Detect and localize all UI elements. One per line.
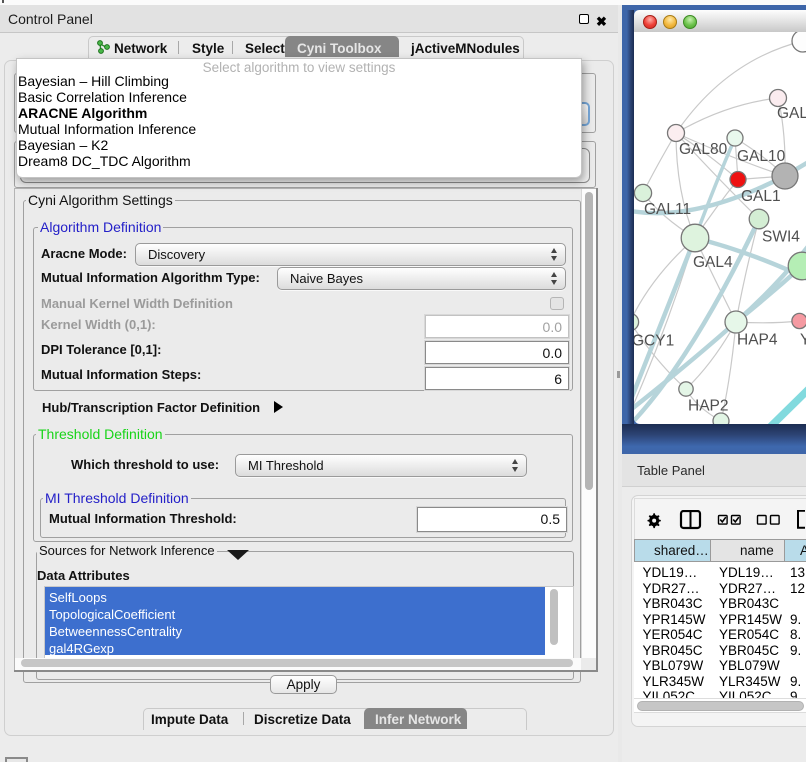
- svg-text:GAL11: GAL11: [644, 201, 691, 218]
- svg-text:Y: Y: [800, 332, 806, 349]
- svg-text:SWI4: SWI4: [762, 229, 800, 246]
- svg-text:HAP2: HAP2: [688, 398, 729, 415]
- svg-text:GAL1: GAL1: [741, 188, 781, 205]
- svg-text:GAL10: GAL10: [737, 148, 786, 165]
- svg-text:GAL4: GAL4: [693, 254, 733, 271]
- svg-text:GCY1: GCY1: [634, 333, 674, 350]
- svg-text:HAP4: HAP4: [737, 332, 778, 349]
- svg-text:GAL80: GAL80: [679, 141, 728, 158]
- svg-text:GAL7: GAL7: [777, 105, 806, 122]
